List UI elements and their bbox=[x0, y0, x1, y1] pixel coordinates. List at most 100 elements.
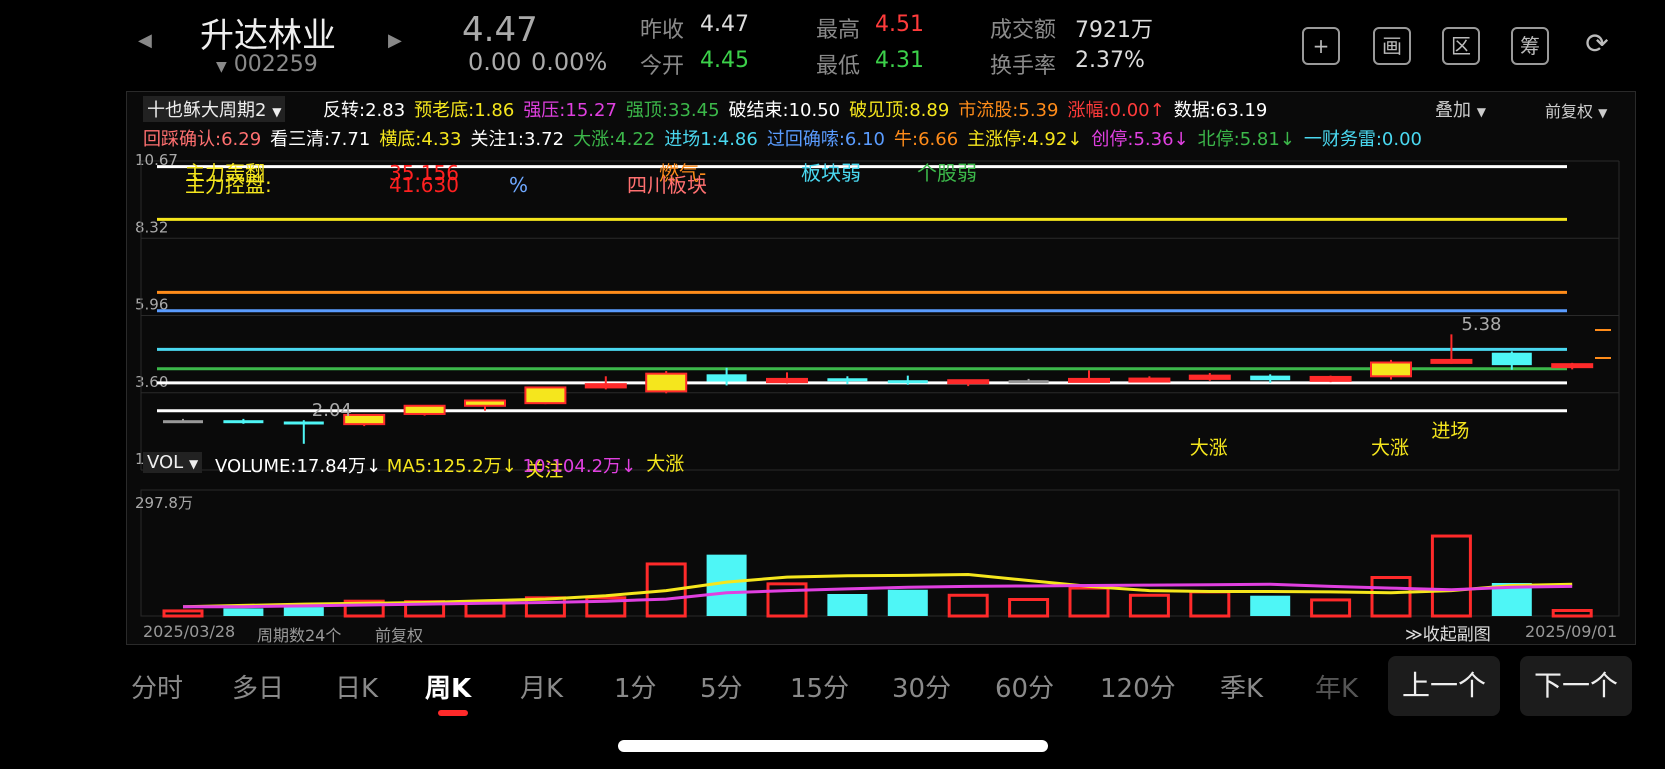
chevron-down-icon: ▼ bbox=[188, 457, 199, 471]
collapse-subchart-button[interactable]: ≫收起副图 bbox=[1405, 620, 1491, 645]
volume-selector-label: VOL bbox=[147, 452, 184, 473]
tab-12[interactable]: 年K bbox=[1315, 668, 1358, 705]
candle-body[interactable] bbox=[343, 413, 386, 426]
tab-0[interactable]: 分时 bbox=[131, 668, 183, 705]
prev-close-value: 4.47 bbox=[700, 12, 749, 37]
next-stock-arrow[interactable]: ▶ bbox=[388, 30, 402, 51]
volume-bar[interactable] bbox=[223, 608, 264, 616]
prev-stock-arrow[interactable]: ◀ bbox=[138, 30, 152, 51]
volume-bar[interactable] bbox=[524, 596, 566, 618]
candle-body[interactable] bbox=[283, 421, 324, 425]
y-tick-label: 10.67 bbox=[135, 151, 178, 169]
tab-2[interactable]: 日K bbox=[335, 668, 378, 705]
prev-close-label: 昨收 bbox=[640, 18, 685, 43]
candle-body[interactable] bbox=[1068, 377, 1110, 383]
volume-bar[interactable] bbox=[162, 609, 204, 618]
stock-code-dropdown[interactable]: ▼ 002259 bbox=[216, 52, 318, 77]
candle-body[interactable] bbox=[645, 372, 688, 393]
draw-icon[interactable]: 画 bbox=[1373, 27, 1411, 65]
volume-bar[interactable] bbox=[827, 593, 868, 616]
candle-body[interactable] bbox=[163, 420, 203, 424]
candle-body[interactable] bbox=[947, 379, 990, 385]
start-date: 2025/03/28 bbox=[143, 622, 236, 641]
tab-10[interactable]: 120分 bbox=[1100, 668, 1176, 705]
tab-6[interactable]: 5分 bbox=[700, 668, 743, 705]
candle-signal-label: 大涨 bbox=[646, 453, 684, 475]
volume-bar[interactable] bbox=[404, 600, 446, 618]
volume-bar[interactable] bbox=[1491, 582, 1532, 616]
volume-bar[interactable] bbox=[706, 554, 747, 616]
candle-body[interactable] bbox=[706, 374, 747, 382]
candle-body[interactable] bbox=[887, 380, 928, 384]
overlay-dropdown[interactable]: 叠加 ▼ bbox=[1435, 96, 1486, 122]
range-icon[interactable]: 区 bbox=[1442, 27, 1480, 65]
volume-bar[interactable] bbox=[1310, 598, 1352, 618]
candle-body[interactable] bbox=[1188, 374, 1231, 380]
volume-bar[interactable] bbox=[766, 582, 808, 618]
home-indicator[interactable] bbox=[618, 740, 1048, 752]
tab-3[interactable]: 周K bbox=[425, 668, 471, 705]
volume-bar[interactable] bbox=[947, 593, 989, 618]
chip-icon[interactable]: 筹 bbox=[1511, 27, 1549, 65]
indicator-row-1: 反转:2.83 预老底:1.86 强压:15.27 强顶:33.45 破结束:10.50… bbox=[323, 96, 1276, 122]
indicator-value: 主涨停:4.92↓ bbox=[967, 129, 1083, 150]
indicator-value: 预老底:1.86 bbox=[414, 100, 515, 121]
candle-body[interactable] bbox=[1128, 377, 1171, 383]
candle-body[interactable] bbox=[1008, 380, 1049, 384]
volume-bar[interactable] bbox=[464, 600, 506, 618]
tab-9[interactable]: 60分 bbox=[995, 668, 1054, 705]
candle-signal-label: 进场 bbox=[1431, 420, 1469, 442]
indicator-value: 数据:63.19 bbox=[1173, 100, 1268, 121]
candle-body[interactable] bbox=[464, 399, 506, 407]
tab-11[interactable]: 季K bbox=[1220, 668, 1263, 705]
kline-chart-panel[interactable]: 十也稣大周期2 ▼ 反转:2.83 预老底:1.86 强压:15.27 强顶:33.4… bbox=[126, 91, 1636, 645]
candle-body[interactable] bbox=[1491, 352, 1532, 366]
volume-bar[interactable] bbox=[585, 596, 627, 618]
volume-bar[interactable] bbox=[1128, 593, 1170, 618]
price-change: 0.00 bbox=[468, 48, 522, 76]
adjust-label: 前复权 bbox=[1545, 102, 1594, 121]
volume-bar[interactable] bbox=[645, 562, 687, 618]
volume-bar[interactable] bbox=[887, 589, 928, 616]
volume-bar[interactable] bbox=[283, 607, 324, 616]
indicator-value: 横底:4.33 bbox=[379, 129, 462, 150]
tab-7[interactable]: 15分 bbox=[790, 668, 849, 705]
indicator-selector[interactable]: 十也稣大周期2 ▼ bbox=[143, 96, 286, 122]
rotate-icon[interactable]: ⟳ bbox=[1580, 27, 1614, 61]
tab-1[interactable]: 多日 bbox=[232, 668, 284, 705]
adjust-dropdown[interactable]: 前复权 ▼ bbox=[1545, 98, 1607, 122]
volume-frame bbox=[140, 489, 1620, 617]
plus-icon[interactable]: + bbox=[1302, 27, 1340, 65]
chevron-down-icon: ▼ bbox=[1598, 106, 1608, 120]
candle-body[interactable] bbox=[827, 378, 868, 382]
volume-bar[interactable] bbox=[1551, 608, 1593, 618]
next-stock-button[interactable]: 下一个 bbox=[1520, 656, 1632, 716]
candle-body[interactable] bbox=[1370, 361, 1412, 378]
candle-body[interactable] bbox=[524, 386, 567, 405]
candlestick-chart[interactable]: 10.678.325.963.601.24主力轰翻主力控盘:35.15641.6… bbox=[127, 92, 1635, 644]
volume-bar[interactable] bbox=[1430, 534, 1472, 618]
overlay-label: 叠加 bbox=[1435, 100, 1471, 121]
candle-body[interactable] bbox=[1551, 363, 1594, 369]
chart-annotation: 41.630 bbox=[389, 173, 459, 197]
volume-bar[interactable] bbox=[1008, 597, 1050, 618]
indicator-value: 过回确嗦:6.10 bbox=[766, 129, 885, 150]
candle-body[interactable] bbox=[403, 404, 446, 415]
candle-body[interactable] bbox=[1309, 375, 1352, 382]
candle-body[interactable] bbox=[1250, 375, 1291, 381]
candle-body[interactable] bbox=[766, 377, 808, 384]
tab-4[interactable]: 月K bbox=[520, 668, 563, 705]
volume-selector[interactable]: VOL ▼ bbox=[143, 452, 203, 473]
tab-5[interactable]: 1分 bbox=[614, 668, 657, 705]
volume-bar[interactable] bbox=[1068, 586, 1110, 618]
volume-bar[interactable] bbox=[1189, 590, 1231, 618]
volume-bar[interactable] bbox=[1250, 595, 1291, 616]
volume-bar[interactable] bbox=[343, 599, 385, 618]
candle-body[interactable] bbox=[584, 383, 627, 389]
tab-8[interactable]: 30分 bbox=[892, 668, 951, 705]
ma10-value: 10:104.2万↓ bbox=[522, 456, 637, 477]
candle-body[interactable] bbox=[223, 420, 264, 424]
candle-body[interactable] bbox=[1430, 358, 1473, 364]
volume-bar[interactable] bbox=[1370, 575, 1412, 618]
prev-stock-button[interactable]: 上一个 bbox=[1388, 656, 1500, 716]
